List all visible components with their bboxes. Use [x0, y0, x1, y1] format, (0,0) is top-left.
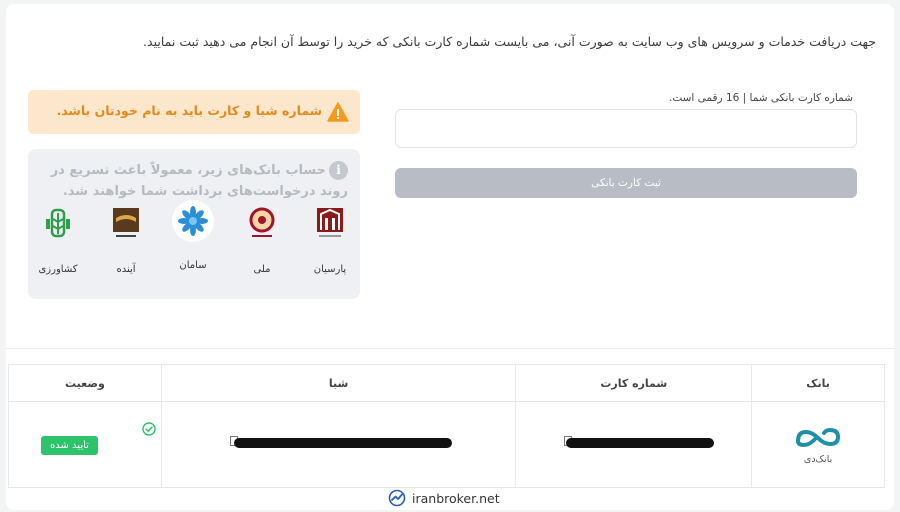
- bankdi-logo: بانک‌دی: [752, 426, 884, 465]
- header-bank: بانک: [751, 364, 885, 402]
- warning-text: شماره شبا و کارت باید به نام خودتان باشد…: [56, 103, 322, 118]
- redacted-sheba: [233, 438, 452, 448]
- header-card-number: شماره کارت: [515, 364, 753, 402]
- bankdi-logo-icon: [796, 427, 841, 448]
- keshavarzi-logo-icon: [38, 204, 78, 244]
- bank-name: آینده: [116, 264, 136, 275]
- bank-item-parsian: پارسیان: [300, 204, 360, 275]
- card-number-input[interactable]: [395, 109, 857, 148]
- recommended-banks-text: حساب بانک‌های زیر، معمولاً باعث تسریع در…: [50, 163, 348, 199]
- submit-card-button[interactable]: ثبت کارت بانکی: [395, 168, 857, 198]
- cell-bank: بانک‌دی: [751, 401, 885, 488]
- melli-logo-icon: [242, 204, 282, 244]
- watermark-text: iranbroker.net: [412, 490, 500, 506]
- redacted-card-number: [566, 438, 715, 448]
- table-header-row: بانک شماره کارت شبا وضعیت: [8, 364, 885, 402]
- chart-circle-icon: [388, 489, 406, 507]
- check-circle-icon: [142, 422, 156, 436]
- card-number-label: شماره کارت بانکی شما | 16 رقمی است.: [668, 92, 853, 104]
- status-badge: تایید شده: [41, 436, 98, 455]
- intro-text: جهت دریافت خدمات و سرویس های وب سایت به …: [143, 34, 876, 49]
- header-status: وضعیت: [8, 364, 162, 402]
- cell-status: تایید شده: [8, 401, 162, 488]
- bank-name: ملی: [253, 264, 271, 275]
- bank-name: کشاورزی: [38, 264, 78, 275]
- bank-accounts-table: بانک شماره کارت شبا وضعیت بانک‌دی: [8, 364, 885, 488]
- bank-name: پارسیان: [313, 264, 347, 275]
- table-row: بانک‌دی تایید شده: [8, 401, 885, 488]
- section-divider: [6, 348, 894, 349]
- warning-box: شماره شبا و کارت باید به نام خودتان باشد…: [28, 90, 360, 134]
- header-sheba: شبا: [160, 364, 517, 402]
- bank-name: بانک‌دی: [803, 454, 833, 465]
- saman-logo-icon: [172, 200, 214, 242]
- bank-item-keshavarzi: کشاورزی: [28, 204, 88, 275]
- cell-sheba: [160, 401, 517, 488]
- cell-card-number: [515, 401, 753, 488]
- watermark: iranbroker.net: [388, 488, 500, 508]
- parsian-logo-icon: [310, 204, 350, 244]
- bank-item-ayandeh: آینده: [96, 204, 156, 275]
- bank-item-saman: سامان: [163, 200, 223, 271]
- bank-item-melli: ملی: [232, 204, 292, 275]
- warning-icon: [327, 102, 349, 122]
- ayandeh-logo-icon: [106, 204, 146, 244]
- bank-name: سامان: [179, 260, 207, 271]
- info-icon: i: [329, 161, 348, 180]
